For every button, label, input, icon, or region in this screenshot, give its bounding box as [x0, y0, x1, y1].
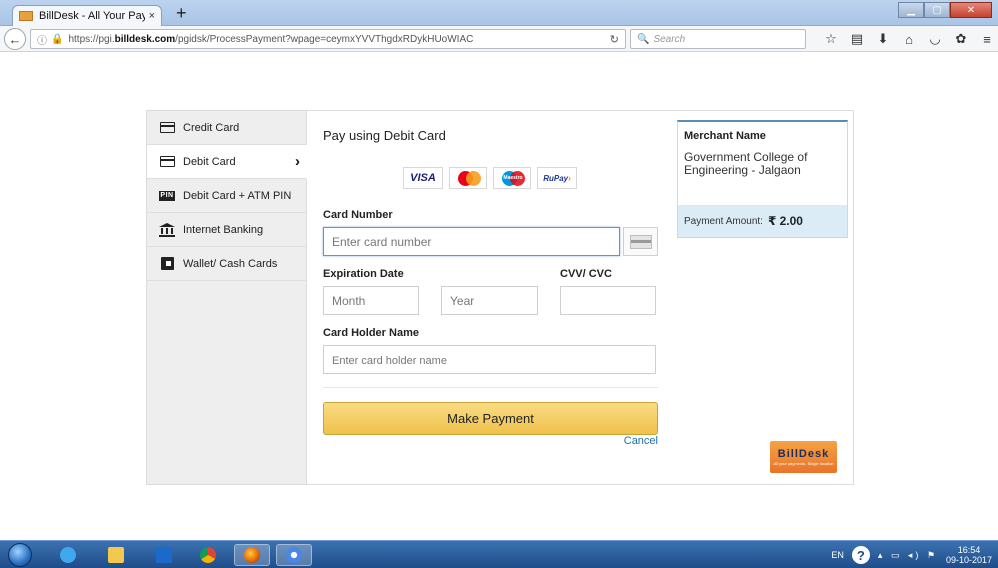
outlook-icon[interactable]: [146, 544, 182, 566]
sidebar-item-label: Credit Card: [183, 121, 240, 134]
maximize-button[interactable]: ▢: [924, 2, 950, 18]
tray-icons[interactable]: ▴ ▭ ◂) ⚑: [878, 550, 938, 561]
merchant-name: Government College of Engineering - Jalg…: [684, 150, 808, 177]
lock-icon[interactable]: 🔒: [51, 34, 63, 45]
debit-card-icon: [159, 155, 175, 168]
sidebar-item-label: Debit Card: [183, 155, 236, 168]
extension-icon[interactable]: ✿: [950, 29, 972, 49]
sidebar-item-label: Debit Card + ATM PIN: [183, 189, 292, 202]
address-bar[interactable]: ⓘ 🔒 https://pgi.billdesk.com/pgidsk/Proc…: [30, 29, 626, 49]
wallet-icon: [159, 257, 175, 270]
clock[interactable]: 16:54 09-10-2017: [946, 545, 992, 565]
home-icon[interactable]: ⌂: [898, 29, 920, 49]
chevron-right-icon: ›: [295, 153, 300, 170]
billdesk-favicon-icon: [19, 11, 33, 21]
rupay-logo-icon: RuPay ›: [537, 167, 577, 189]
merchant-info: Merchant Name Government College of Engi…: [677, 120, 848, 238]
browser-tab[interactable]: BillDesk - All Your Payments. ×: [12, 5, 162, 26]
card-number-input[interactable]: [323, 227, 620, 256]
minimize-button[interactable]: ▁: [898, 2, 924, 18]
chromium-icon[interactable]: [276, 544, 312, 566]
card-holder-label: Card Holder Name: [323, 327, 419, 339]
search-icon: 🔍: [637, 33, 650, 45]
toolbar-icons: ☆ ▤ ⬇ ⌂ ◡ ✿ ≡: [820, 29, 998, 49]
pocket-icon[interactable]: ◡: [924, 29, 946, 49]
language-indicator[interactable]: EN: [831, 550, 844, 560]
sidebar-item-debit-atm-pin[interactable]: PIN Debit Card + ATM PIN: [147, 179, 306, 213]
sidebar-item-label: Internet Banking: [183, 223, 264, 236]
internet-explorer-icon[interactable]: [50, 544, 86, 566]
new-tab-button[interactable]: +: [176, 3, 187, 23]
sidebar-item-credit-card[interactable]: Credit Card: [147, 111, 306, 145]
search-bar[interactable]: 🔍 Search: [630, 29, 806, 49]
system-tray: EN ? ▴ ▭ ◂) ⚑ 16:54 09-10-2017: [831, 543, 992, 567]
card-type-indicator: [623, 227, 658, 256]
url-text[interactable]: https://pgi.billdesk.com/pgidsk/ProcessP…: [68, 34, 609, 45]
card-holder-input[interactable]: [323, 345, 656, 374]
cvv-input[interactable]: [560, 286, 656, 315]
file-explorer-icon[interactable]: [98, 544, 134, 566]
bookmark-star-icon[interactable]: ☆: [820, 29, 842, 49]
amount-value: ₹ 2.00: [767, 214, 803, 228]
tab-title: BillDesk - All Your Payments.: [39, 10, 145, 22]
visa-logo-icon: VISA: [403, 167, 443, 189]
card-number-label: Card Number: [323, 209, 393, 221]
card-logos: VISA Maestro RuPay ›: [403, 167, 583, 189]
reload-icon[interactable]: ↻: [610, 33, 619, 46]
expiration-label: Expiration Date: [323, 268, 404, 280]
sidebar-item-internet-banking[interactable]: Internet Banking: [147, 213, 306, 247]
firefox-icon[interactable]: [234, 544, 270, 566]
billdesk-logo: BillDesk All your payments. Single locat…: [770, 441, 837, 473]
page-title: Pay using Debit Card: [323, 128, 446, 143]
downloads-icon[interactable]: ⬇: [872, 29, 894, 49]
merchant-title: Merchant Name: [684, 130, 766, 142]
cancel-link[interactable]: Cancel: [624, 435, 658, 447]
expiry-month-select[interactable]: [323, 286, 419, 315]
info-icon[interactable]: ⓘ: [37, 32, 47, 47]
sidebar-item-label: Wallet/ Cash Cards: [183, 257, 278, 270]
sidebar-item-wallet[interactable]: Wallet/ Cash Cards: [147, 247, 306, 281]
bookmarks-list-icon[interactable]: ▤: [846, 29, 868, 49]
close-window-button[interactable]: ✕: [950, 2, 992, 18]
divider: [323, 387, 658, 388]
chrome-icon[interactable]: [190, 544, 226, 566]
start-button[interactable]: [8, 543, 32, 567]
taskbar: EN ? ▴ ▭ ◂) ⚑ 16:54 09-10-2017: [0, 540, 998, 568]
browser-titlebar: BillDesk - All Your Payments. × + ▁ ▢ ✕: [0, 0, 998, 26]
amount-label: Payment Amount:: [684, 215, 763, 227]
credit-card-icon: [159, 121, 175, 134]
tab-close-icon[interactable]: ×: [149, 10, 155, 22]
pin-icon: PIN: [159, 190, 175, 201]
payment-amount: Payment Amount: ₹ 2.00: [678, 205, 847, 237]
payment-method-sidebar: Credit Card Debit Card › PIN Debit Card …: [147, 111, 307, 484]
maestro-logo-icon: Maestro: [493, 167, 531, 189]
generic-card-icon: [629, 234, 652, 249]
bank-icon: [159, 222, 175, 237]
mastercard-logo-icon: [449, 167, 487, 189]
back-button[interactable]: ←: [4, 28, 26, 50]
window-controls: ▁ ▢ ✕: [898, 2, 992, 18]
search-placeholder: Search: [653, 33, 686, 45]
cvv-label: CVV/ CVC: [560, 268, 612, 280]
make-payment-button[interactable]: Make Payment: [323, 402, 658, 435]
help-icon[interactable]: ?: [851, 546, 870, 564]
menu-icon[interactable]: ≡: [976, 29, 998, 49]
payment-panel: Credit Card Debit Card › PIN Debit Card …: [146, 110, 854, 485]
expiry-year-select[interactable]: [441, 286, 538, 315]
browser-navbar: ← ⓘ 🔒 https://pgi.billdesk.com/pgidsk/Pr…: [0, 26, 998, 52]
sidebar-item-debit-card[interactable]: Debit Card ›: [147, 145, 307, 179]
